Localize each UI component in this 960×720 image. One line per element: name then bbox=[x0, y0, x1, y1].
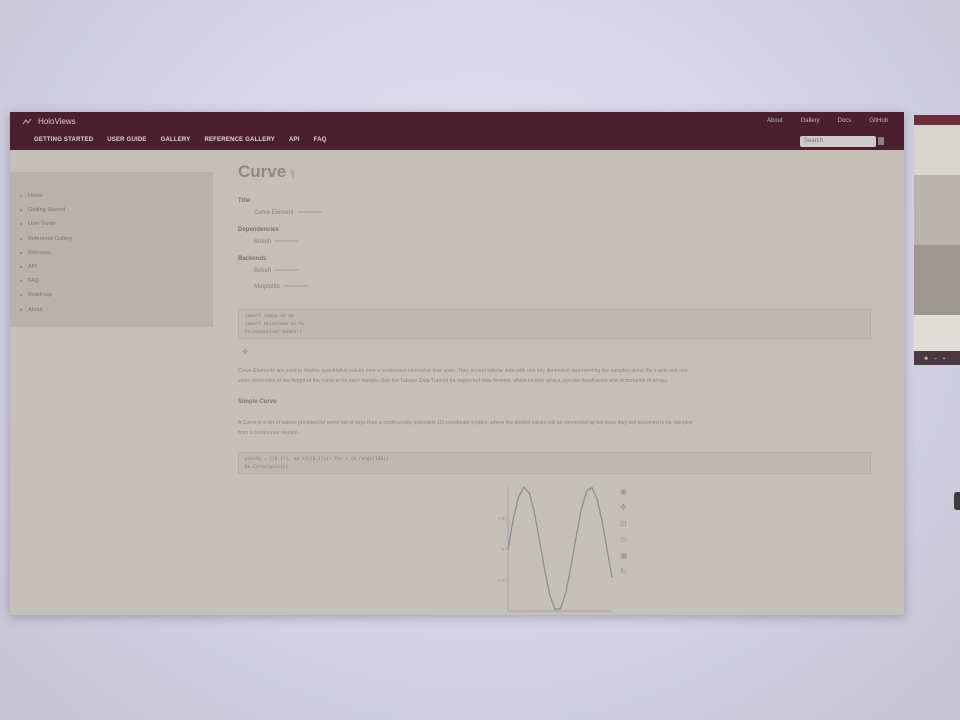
bullet-icon bbox=[20, 223, 22, 226]
paragraph-simple-curve: A Curve is a set of values provided for … bbox=[238, 420, 693, 436]
data-point bbox=[539, 539, 540, 541]
data-point bbox=[512, 518, 514, 520]
data-point bbox=[528, 492, 530, 494]
search-input[interactable]: Search bbox=[800, 136, 876, 147]
sidebar-item-reference-gallery[interactable]: Reference Gallery bbox=[20, 232, 213, 246]
bullet-icon bbox=[20, 294, 22, 297]
data-point bbox=[607, 553, 609, 555]
sidebar-item-releases[interactable]: Releases bbox=[20, 246, 213, 260]
top-link-github[interactable]: GitHub bbox=[869, 118, 888, 124]
nav-gallery[interactable]: GALLERY bbox=[161, 137, 191, 143]
box-zoom-icon[interactable]: ⊡ bbox=[620, 518, 628, 529]
sidebar-item-about[interactable]: About bbox=[20, 303, 213, 317]
code-line: hv.Curve(points) bbox=[245, 465, 289, 470]
main-content: Curve ¶ bbox=[238, 162, 878, 182]
holoviews-logo-icon: ✥ bbox=[242, 349, 248, 356]
bokeh-logo-icon bbox=[22, 118, 32, 124]
data-point bbox=[575, 535, 577, 537]
nav-faq[interactable]: FAQ bbox=[314, 137, 327, 143]
top-link-about[interactable]: About bbox=[767, 118, 783, 124]
search-icon[interactable] bbox=[878, 137, 884, 145]
code-line: points = [(0.1*i, np.sin(0.1*i)) for i i… bbox=[245, 457, 389, 462]
paragraph-intro: Curve Elements are used to display quant… bbox=[238, 368, 688, 384]
edge-handle-icon[interactable] bbox=[954, 492, 960, 510]
code-block-curve: points = [(0.1*i, np.sin(0.1*i)) for i i… bbox=[238, 452, 871, 474]
data-point bbox=[586, 490, 588, 492]
data-point bbox=[533, 511, 535, 513]
data-point bbox=[507, 548, 509, 550]
data-point bbox=[518, 496, 519, 498]
y-tick-label: 0.5 bbox=[498, 516, 504, 521]
series-line bbox=[507, 486, 613, 611]
top-link-docs[interactable]: Docs bbox=[838, 118, 852, 124]
pan-icon[interactable]: ✥ bbox=[924, 356, 928, 362]
section-heading-simple-curve: Simple Curve bbox=[238, 399, 277, 405]
field-value-dependencies[interactable]: Bokeh bbox=[254, 239, 299, 245]
field-label-dependencies: Dependencies bbox=[238, 227, 279, 233]
data-point bbox=[591, 487, 593, 489]
bullet-icon bbox=[20, 251, 22, 254]
data-point bbox=[602, 523, 603, 524]
nav-getting-started[interactable]: GETTING STARTED bbox=[34, 137, 93, 143]
sidebar-item-home[interactable]: Home bbox=[20, 189, 213, 203]
sidebar: Home Getting Started User Guide Referenc… bbox=[10, 172, 213, 327]
top-link-gallery[interactable]: Gallery bbox=[801, 118, 820, 124]
pan-icon[interactable]: ✥ bbox=[620, 502, 628, 513]
bullet-icon bbox=[20, 308, 22, 311]
code-line: hv.extension('bokeh') bbox=[245, 330, 302, 335]
data-point bbox=[549, 595, 551, 597]
y-tick-label: 0 bbox=[502, 547, 505, 552]
permalink-icon[interactable]: ¶ bbox=[290, 169, 295, 179]
sidebar-item-api[interactable]: API bbox=[20, 260, 213, 274]
data-point bbox=[565, 592, 567, 594]
wheel-zoom-icon[interactable]: ⊙ bbox=[620, 534, 628, 545]
nav-reference-gallery[interactable]: REFERENCE GALLERY bbox=[204, 137, 275, 143]
field-value-title: Curve Element bbox=[254, 210, 322, 216]
bullet-icon bbox=[20, 237, 22, 240]
top-navbar: HoloViews About Gallery Docs GitHub GETT… bbox=[10, 112, 904, 150]
peek-toolbar: ✥ − ▪ bbox=[924, 356, 945, 362]
field-label-backends: Backends bbox=[238, 256, 267, 262]
page-heading: Curve bbox=[238, 162, 287, 181]
bokeh-logo-icon: ◉ bbox=[620, 487, 627, 496]
brand-name: HoloViews bbox=[38, 117, 76, 126]
zoom-icon[interactable]: − bbox=[934, 356, 937, 362]
brand[interactable]: HoloViews bbox=[22, 117, 76, 126]
save-icon[interactable]: ▣ bbox=[620, 550, 628, 561]
browser-window: HoloViews About Gallery Docs GitHub GETT… bbox=[10, 112, 904, 615]
sidebar-item-roadmap[interactable]: Roadmap bbox=[20, 288, 213, 302]
data-point bbox=[596, 499, 598, 500]
sidebar-item-user-guide[interactable]: User Guide bbox=[20, 217, 213, 231]
page-title: Curve ¶ bbox=[238, 162, 878, 182]
data-point bbox=[554, 609, 556, 611]
field-value-backend-bokeh[interactable]: Bokeh bbox=[254, 268, 299, 274]
data-point bbox=[570, 565, 572, 567]
data-point bbox=[523, 486, 525, 488]
data-point bbox=[581, 507, 582, 509]
field-label-title: Title bbox=[238, 198, 251, 204]
save-icon[interactable]: ▪ bbox=[943, 356, 945, 362]
main-nav: GETTING STARTED USER GUIDE GALLERY REFER… bbox=[34, 137, 327, 143]
background-window[interactable]: ✥ − ▪ bbox=[914, 115, 960, 365]
sidebar-item-getting-started[interactable]: Getting Started bbox=[20, 203, 213, 217]
code-line: import holoviews as hv bbox=[245, 322, 305, 327]
data-point bbox=[544, 570, 546, 572]
data-point bbox=[611, 576, 613, 578]
bullet-icon bbox=[20, 195, 22, 198]
nav-user-guide[interactable]: USER GUIDE bbox=[107, 137, 146, 143]
data-point bbox=[560, 608, 561, 609]
y-tick-label: -0.5 bbox=[497, 578, 505, 583]
plot-toolbar: ◉ ✥ ⊡ ⊙ ▣ ↻ bbox=[620, 486, 628, 577]
curve-plot[interactable]: 0.50-0.5y bbox=[494, 485, 614, 615]
code-line: import numpy as np bbox=[245, 314, 294, 319]
bullet-icon bbox=[20, 209, 22, 212]
bullet-icon bbox=[20, 266, 22, 269]
nav-api[interactable]: API bbox=[289, 137, 300, 143]
code-block-imports: import numpy as np import holoviews as h… bbox=[238, 309, 871, 339]
top-links: About Gallery Docs GitHub bbox=[767, 118, 888, 124]
reset-icon[interactable]: ↻ bbox=[620, 566, 628, 577]
sidebar-item-faq[interactable]: FAQ bbox=[20, 274, 213, 288]
field-value-backend-matplotlib[interactable]: Matplotlib bbox=[254, 284, 308, 290]
bullet-icon bbox=[20, 280, 22, 283]
